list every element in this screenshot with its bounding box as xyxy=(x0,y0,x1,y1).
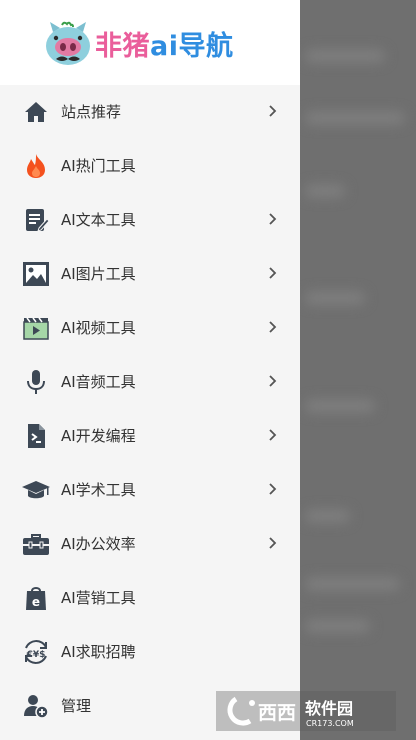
menu-item-ai-office-efficiency[interactable]: AI办公效率 xyxy=(0,517,300,571)
shopping-bag-icon: e xyxy=(21,584,51,612)
menu-item-label: AI学术工具 xyxy=(61,481,136,499)
chevron-right-icon xyxy=(266,479,280,499)
brand-header: 非猪ai导航 xyxy=(0,0,300,85)
chevron-right-icon xyxy=(266,425,280,445)
home-icon xyxy=(21,98,51,126)
menu-item-label: AI热门工具 xyxy=(61,157,136,175)
menu-item-ai-image-tools[interactable]: AI图片工具 xyxy=(0,247,300,301)
menu-item-ai-academic-tools[interactable]: AI学术工具 xyxy=(0,463,300,517)
microphone-icon xyxy=(21,368,51,396)
menu-item-label: AI办公效率 xyxy=(61,535,136,553)
menu-item-label: AI文本工具 xyxy=(61,211,136,229)
watermark-domain: CR173.COM xyxy=(306,719,354,728)
flame-icon xyxy=(21,152,51,180)
code-file-icon xyxy=(21,422,51,450)
user-add-icon xyxy=(21,692,51,720)
navigation-drawer: 非猪ai导航 站点推荐 AI热门工具 AI文本工具 AI图片工具 AI视频工具 … xyxy=(0,0,300,740)
menu-item-ai-text-tools[interactable]: AI文本工具 xyxy=(0,193,300,247)
svg-text:e: e xyxy=(32,595,40,609)
menu-item-ai-marketing-tools[interactable]: e AI营销工具 xyxy=(0,571,300,625)
currency-exchange-icon: €¥$ xyxy=(21,638,51,666)
menu-item-label: AI音频工具 xyxy=(61,373,136,391)
menu-item-label: AI视频工具 xyxy=(61,319,136,337)
image-icon xyxy=(21,260,51,288)
video-icon xyxy=(21,314,51,342)
chevron-right-icon xyxy=(266,101,280,121)
menu-item-site-recommend[interactable]: 站点推荐 xyxy=(0,85,300,139)
menu-item-ai-hot-tools[interactable]: AI热门工具 xyxy=(0,139,300,193)
document-edit-icon xyxy=(21,206,51,234)
menu-item-label: AI营销工具 xyxy=(61,589,136,607)
chevron-right-icon xyxy=(266,533,280,553)
menu-item-ai-dev-programming[interactable]: AI开发编程 xyxy=(0,409,300,463)
briefcase-icon xyxy=(21,530,51,558)
brand-title: 非猪ai导航 xyxy=(95,24,233,63)
svg-text:€¥$: €¥$ xyxy=(26,650,46,660)
menu-item-label: AI开发编程 xyxy=(61,427,136,445)
menu-item-label: AI图片工具 xyxy=(61,265,136,283)
watermark-brand: 西西 xyxy=(258,702,296,724)
chevron-right-icon xyxy=(266,317,280,337)
pig-logo-icon xyxy=(44,20,92,66)
watermark-sub: 软件园 xyxy=(305,699,353,718)
menu-item-label: 站点推荐 xyxy=(61,103,122,121)
brand-title-pink: 非猪 xyxy=(95,31,150,62)
menu-item-ai-video-tools[interactable]: AI视频工具 xyxy=(0,301,300,355)
brand-title-blue: ai导航 xyxy=(150,31,234,62)
graduation-cap-icon xyxy=(21,476,51,504)
menu-item-ai-audio-tools[interactable]: AI音频工具 xyxy=(0,355,300,409)
menu-item-label: 管理 xyxy=(61,697,92,715)
chevron-right-icon xyxy=(266,263,280,283)
chevron-right-icon xyxy=(266,371,280,391)
site-watermark: 西西 软件园 CR173.COM xyxy=(216,691,396,731)
menu-item-label: AI求职招聘 xyxy=(61,643,136,661)
chevron-right-icon xyxy=(266,209,280,229)
menu-item-ai-job-recruiting[interactable]: €¥$ AI求职招聘 xyxy=(0,625,300,679)
